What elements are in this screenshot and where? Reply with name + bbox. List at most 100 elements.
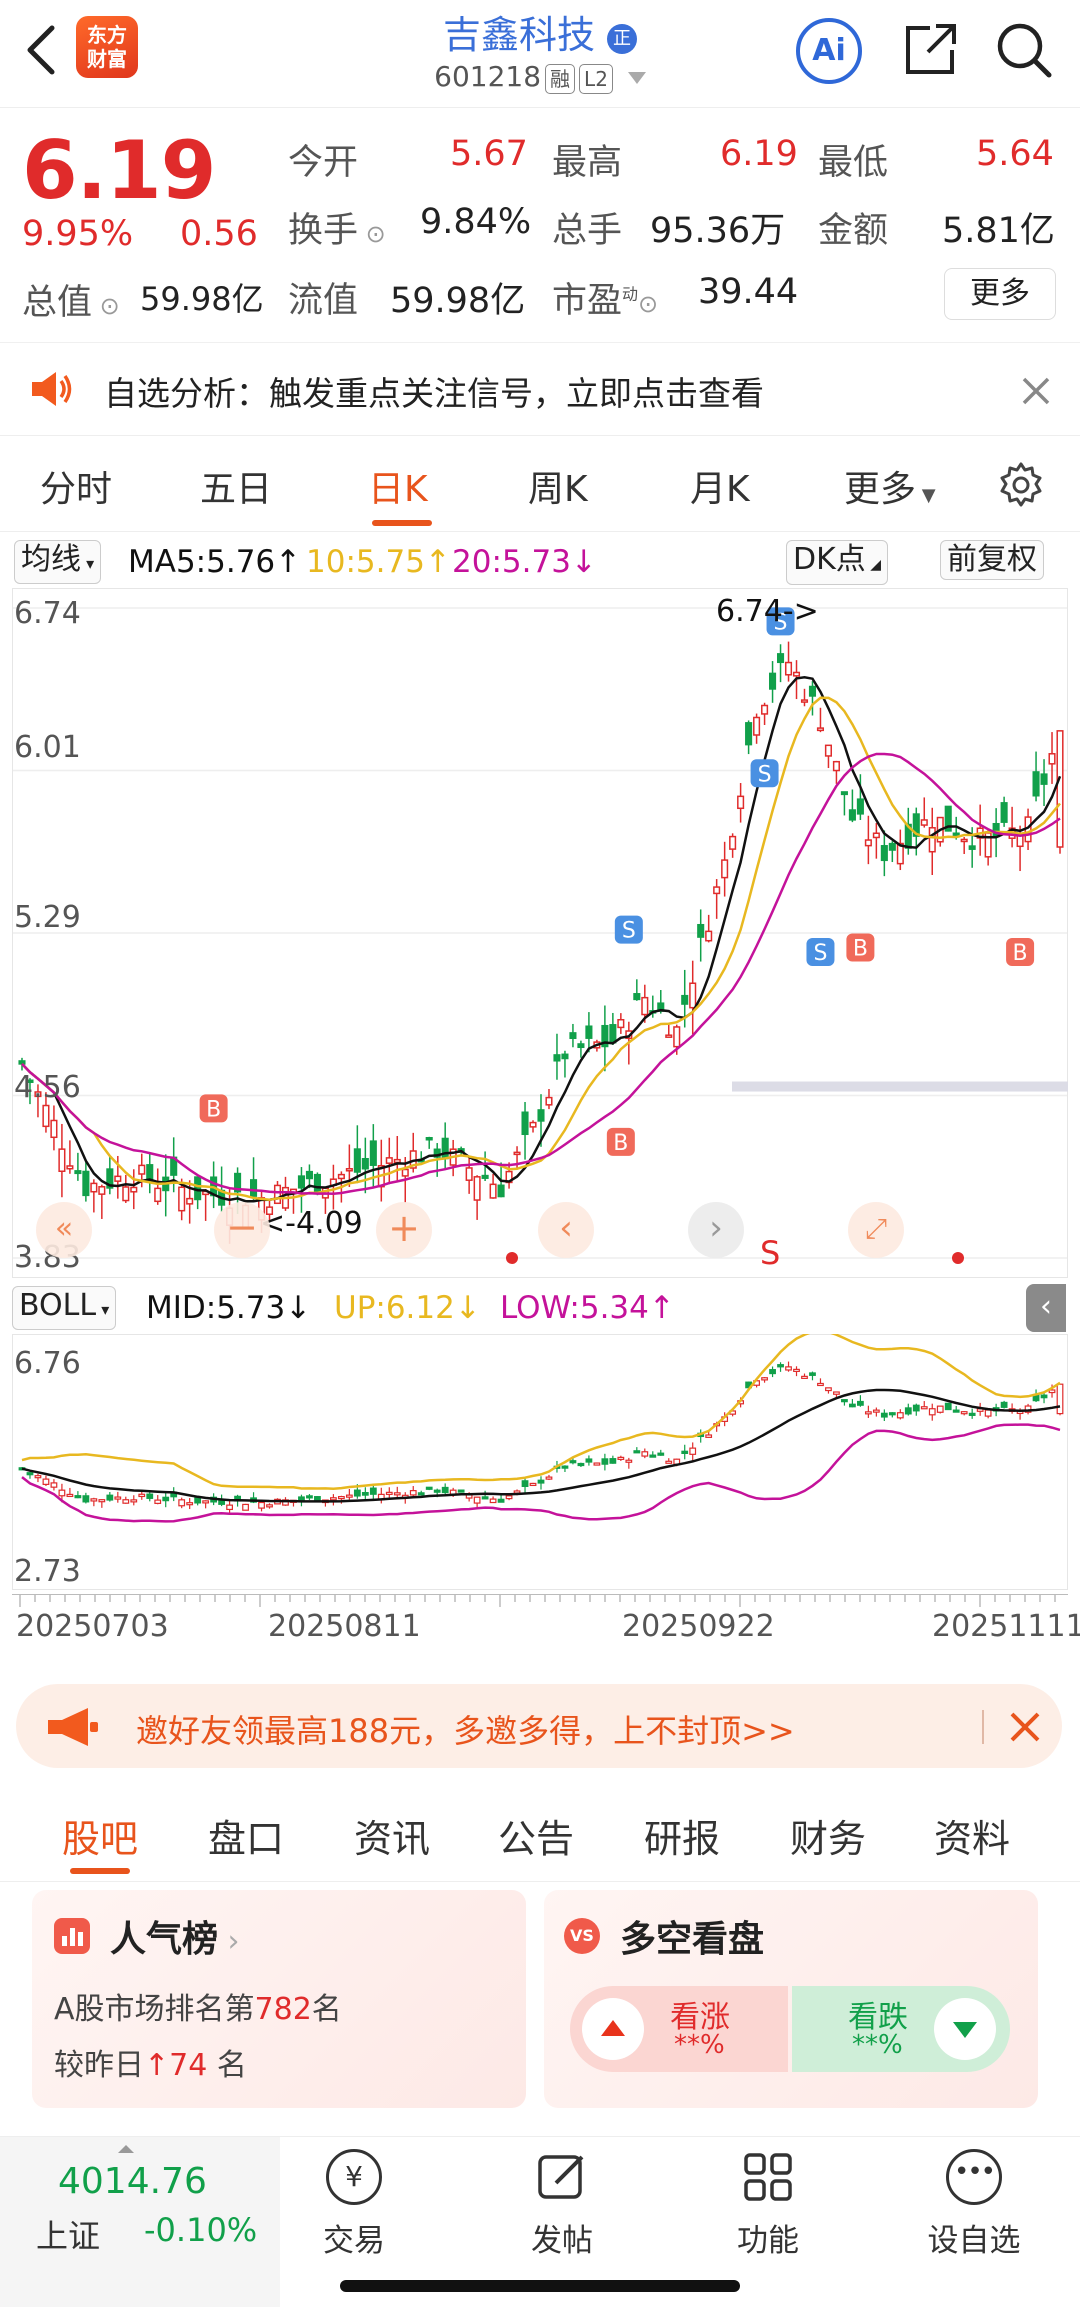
- boll-candle-body: [521, 1480, 529, 1487]
- tab-monthly-k[interactable]: 月K: [690, 460, 750, 512]
- open-value: 5.67: [450, 134, 528, 174]
- tab-five-day[interactable]: 五日: [200, 460, 272, 512]
- boll-candle-body: [106, 1494, 114, 1501]
- scroll-right-icon[interactable]: ›: [688, 1202, 744, 1258]
- sell-signal-marker: S: [750, 759, 779, 788]
- indicator-selector[interactable]: 均线 ▾: [14, 540, 102, 584]
- date-label-2: 20250811: [268, 1609, 421, 1644]
- mktcap-label[interactable]: 总值 ⊙: [22, 274, 120, 325]
- signal-bar[interactable]: 自选分析：触发重点关注信号，立即点击查看: [0, 342, 1080, 436]
- invite-divider: [982, 1710, 984, 1744]
- tab-weekly-k[interactable]: 周K: [528, 460, 588, 512]
- turnover-label[interactable]: 换手 ⊙: [288, 202, 386, 253]
- invite-close-icon[interactable]: [1006, 1708, 1044, 1746]
- invite-text: 邀好友领最高188元，多邀多得，上不封顶>>: [136, 1712, 795, 1750]
- share-icon[interactable]: [900, 20, 960, 80]
- boll-candle-body: [841, 1399, 848, 1403]
- candle-body: [1040, 773, 1048, 785]
- boll-candle-body: [353, 1489, 361, 1497]
- scroll-left-icon[interactable]: ‹: [538, 1202, 594, 1258]
- tab-pankou[interactable]: 盘口: [208, 1808, 284, 1863]
- buy-signal-marker: B: [606, 1127, 635, 1156]
- boll-candle-body: [202, 1500, 210, 1504]
- dropdown-icon[interactable]: [627, 72, 646, 84]
- nav-post[interactable]: 发帖: [502, 2149, 622, 2260]
- search-icon[interactable]: [994, 18, 1054, 82]
- close-icon[interactable]: [1018, 373, 1054, 409]
- tab-finance[interactable]: 财务: [790, 1808, 866, 1863]
- fullscreen-icon[interactable]: ⤢: [848, 1202, 904, 1258]
- boll-candle-body: [58, 1489, 66, 1497]
- boll-candle-body: [130, 1499, 138, 1503]
- tab-announcements[interactable]: 公告: [498, 1808, 574, 1863]
- boll-candle-body: [761, 1377, 768, 1381]
- zoom-in-icon[interactable]: +: [376, 1202, 432, 1258]
- boll-selector[interactable]: BOLL ▾: [12, 1286, 117, 1330]
- candle-body: [138, 1164, 146, 1175]
- adjust-selector[interactable]: 前复权: [940, 540, 1044, 580]
- long-short-card[interactable]: VS 多空看盘 看涨 **% 看跌 **%: [544, 1890, 1038, 2108]
- tab-news[interactable]: 资讯: [354, 1808, 430, 1863]
- scroll-left-fast-icon[interactable]: «: [36, 1202, 92, 1258]
- ma-legend-row: 均线 ▾ MA5:5.76↑ 10:5.75↑ 20:5.73↓ DK点 ◢ 前…: [0, 538, 1080, 588]
- ai-icon[interactable]: Ai: [796, 18, 862, 84]
- nav-functions[interactable]: 功能: [708, 2149, 828, 2260]
- tab-daily-k[interactable]: 日K: [368, 460, 428, 512]
- dk-point-selector[interactable]: DK点 ◢: [786, 540, 888, 585]
- kline-chart[interactable]: SSSSBBBB 6.74 6.01 5.29 4.56 3.83 6.74->…: [12, 588, 1068, 1278]
- pe-label[interactable]: 市盈动⊙: [552, 272, 658, 323]
- candle-body: [122, 1186, 130, 1202]
- candle-body: [792, 671, 801, 677]
- nav-trade-label: 交易: [323, 2223, 385, 2259]
- candle-body: [489, 1183, 497, 1199]
- date-label-3: 20250922: [622, 1609, 775, 1644]
- y-label-4: 4.56: [14, 1070, 81, 1105]
- nav-trade[interactable]: ¥ 交易: [294, 2149, 414, 2260]
- boll-candle-body: [777, 1364, 784, 1368]
- settings-icon[interactable]: [996, 460, 1046, 510]
- boll-candle-body: [529, 1482, 537, 1487]
- tab-guba[interactable]: 股吧: [62, 1808, 138, 1863]
- nav-watchlist[interactable]: ••• 设自选: [914, 2149, 1034, 2260]
- date-label-1: 20250703: [16, 1609, 169, 1644]
- collapse-panel-icon[interactable]: ‹: [1026, 1284, 1066, 1332]
- low-label: 最低: [818, 143, 889, 183]
- candle-body: [689, 982, 697, 1009]
- index-widget[interactable]: 4014.76 上证 -0.10%: [0, 2137, 280, 2307]
- y-label-top: 6.74: [14, 596, 81, 631]
- candle-body: [968, 845, 976, 850]
- boll-chart[interactable]: 6.76 2.73: [12, 1334, 1068, 1590]
- boll-candle-body: [242, 1503, 249, 1511]
- candle-body: [561, 1053, 569, 1060]
- boll-candle-body: [457, 1489, 465, 1493]
- zoom-out-icon[interactable]: −: [214, 1202, 270, 1258]
- candle-body: [737, 795, 745, 810]
- candle-body: [888, 842, 896, 851]
- popularity-card[interactable]: 人气榜 › A股市场排名第782名 较昨日↑74 名: [32, 1890, 526, 2108]
- more-quote-button[interactable]: 更多: [944, 268, 1056, 320]
- bullish-button[interactable]: 看涨 **%: [570, 1986, 788, 2072]
- svg-text:B: B: [613, 1131, 628, 1156]
- svg-text:B: B: [853, 937, 868, 962]
- svg-text:B: B: [206, 1097, 221, 1122]
- candle-body: [345, 1168, 353, 1172]
- buy-signal-marker: B: [1006, 937, 1035, 966]
- boll-candle-body: [960, 1411, 968, 1415]
- up-arrow-icon: [582, 1998, 644, 2060]
- tab-profile[interactable]: 资料: [934, 1808, 1010, 1863]
- boll-mid: MID:5.73↓: [146, 1290, 312, 1326]
- tab-intraday[interactable]: 分时: [40, 460, 112, 512]
- edit-icon: [534, 2149, 590, 2205]
- boll-candle-body: [473, 1496, 481, 1504]
- candle-body: [74, 1170, 82, 1175]
- invite-banner[interactable]: 邀好友领最高188元，多邀多得，上不封顶>>: [16, 1684, 1062, 1768]
- candle-body: [297, 1175, 306, 1189]
- rank-change-text: 较昨日↑74 名: [54, 2048, 247, 2083]
- svg-text:S: S: [622, 919, 636, 944]
- candle-body: [337, 1173, 345, 1180]
- bearish-button[interactable]: 看跌 **%: [792, 1986, 1010, 2072]
- tab-research[interactable]: 研报: [644, 1808, 720, 1863]
- float-label: 流值: [288, 281, 359, 321]
- tab-more[interactable]: 更多 ▼: [844, 460, 936, 512]
- candle-body: [673, 1026, 681, 1048]
